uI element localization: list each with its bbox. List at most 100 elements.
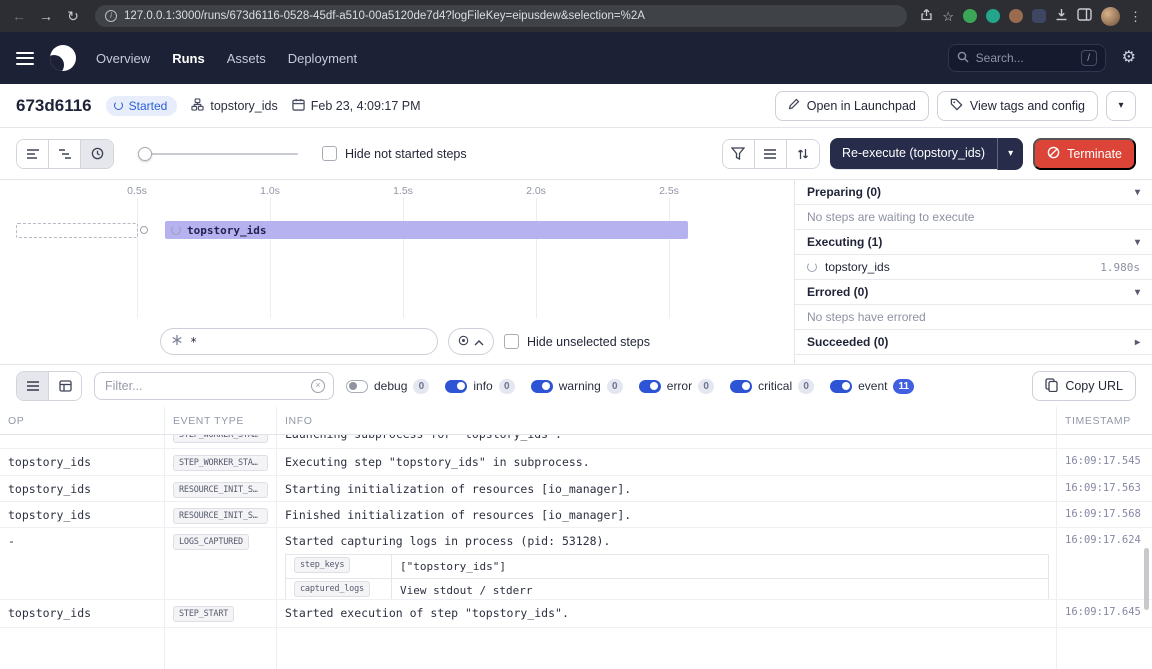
log-table-filler xyxy=(0,628,1152,669)
log-row[interactable]: STEP_WORKER_STARTI... Launching subproce… xyxy=(0,435,1152,449)
global-search[interactable]: Search... / xyxy=(948,44,1106,72)
count-badge: 11 xyxy=(893,379,914,394)
log-toolbar: × debug 0 info 0 warning 0 xyxy=(0,365,1152,407)
toggle-switch[interactable] xyxy=(730,380,752,393)
browser-menu-icon[interactable]: ⋮ xyxy=(1129,10,1142,23)
side-panel-icon[interactable] xyxy=(1077,8,1092,24)
time-tick: 0.5s xyxy=(127,185,147,197)
section-executing[interactable]: Executing (1) ▾ xyxy=(795,230,1152,255)
log-filter-input[interactable] xyxy=(105,379,305,393)
downloads-icon[interactable] xyxy=(1055,8,1068,24)
gridline xyxy=(270,198,271,318)
log-row[interactable]: topstory_ids STEP_START Started executio… xyxy=(0,600,1152,628)
profile-avatar[interactable] xyxy=(1101,7,1120,26)
gantt-controls: * Hide unselected steps xyxy=(160,328,650,355)
extension-icon-3[interactable] xyxy=(1009,9,1023,23)
section-succeeded[interactable]: Succeeded (0) ▸ xyxy=(795,330,1152,355)
forward-button[interactable]: → xyxy=(37,9,55,23)
time-tick: 1.5s xyxy=(393,185,413,197)
log-row[interactable]: topstory_ids STEP_WORKER_STARTED Executi… xyxy=(0,449,1152,476)
log-scrollbar[interactable] xyxy=(1144,548,1149,610)
count-badge: 0 xyxy=(698,379,714,394)
event-type-tag: STEP_START xyxy=(173,606,234,622)
log-level-info[interactable]: info 0 xyxy=(445,379,514,394)
hide-not-started-checkbox[interactable]: Hide not started steps xyxy=(322,146,467,161)
extension-icon-1[interactable] xyxy=(963,9,977,23)
run-header: 673d6116 Started topstory_ids Feb 23, 4:… xyxy=(0,84,1152,128)
dagster-logo[interactable] xyxy=(50,45,76,71)
col-op: OP xyxy=(0,407,165,434)
gantt-step-bar[interactable]: topstory_ids xyxy=(165,221,688,239)
hamburger-menu-icon[interactable] xyxy=(16,52,34,65)
log-row[interactable]: topstory_ids RESOURCE_INIT_SUCC... Finis… xyxy=(0,502,1152,528)
site-info-icon[interactable]: i xyxy=(105,10,117,22)
zoom-slider[interactable] xyxy=(138,147,298,161)
chevron-down-icon: ▾ xyxy=(1135,237,1140,248)
log-level-error[interactable]: error 0 xyxy=(639,379,714,394)
terminate-button[interactable]: Terminate xyxy=(1033,138,1136,170)
reexecute-dropdown-caret[interactable]: ▾ xyxy=(997,138,1023,170)
log-filter-icons-group xyxy=(722,139,820,169)
gridline xyxy=(137,198,138,318)
copy-url-button[interactable]: Copy URL xyxy=(1032,371,1136,401)
checkbox-box[interactable] xyxy=(322,146,337,161)
toggle-switch[interactable] xyxy=(639,380,661,393)
log-level-event[interactable]: event 11 xyxy=(830,379,914,394)
waterfall-view-button[interactable] xyxy=(49,140,81,168)
reexecute-button[interactable]: Re-execute (topstory_ids) xyxy=(830,138,997,170)
section-preparing[interactable]: Preparing (0) ▾ xyxy=(795,180,1152,205)
reload-button[interactable]: ↻ xyxy=(64,9,82,23)
toggle-switch[interactable] xyxy=(445,380,467,393)
nav-runs[interactable]: Runs xyxy=(172,51,205,66)
main-split: 0.5s 1.0s 1.5s 2.0s 2.5s topstory_ids * xyxy=(0,180,1152,365)
toggle-switch[interactable] xyxy=(830,380,852,393)
timed-view-button[interactable] xyxy=(81,140,113,168)
hide-unselected-checkbox[interactable]: Hide unselected steps xyxy=(504,334,650,349)
filter-funnel-button[interactable] xyxy=(723,140,755,168)
log-level-debug[interactable]: debug 0 xyxy=(346,379,429,394)
address-bar[interactable]: i 127.0.0.1:3000/runs/673d6116-0528-45df… xyxy=(95,5,907,27)
bookmark-star-icon[interactable]: ☆ xyxy=(942,10,954,23)
log-row[interactable]: - LOGS_CAPTURED Started capturing logs i… xyxy=(0,528,1152,600)
toggle-switch[interactable] xyxy=(346,380,368,393)
clear-filter-icon[interactable]: × xyxy=(311,379,325,393)
log-level-critical[interactable]: critical 0 xyxy=(730,379,814,394)
section-errored[interactable]: Errored (0) ▾ xyxy=(795,280,1152,305)
checkbox-box[interactable] xyxy=(504,334,519,349)
main-nav: Overview Runs Assets Deployment xyxy=(96,51,357,66)
open-launchpad-button[interactable]: Open in Launchpad xyxy=(775,91,929,121)
back-button[interactable]: ← xyxy=(10,9,28,23)
nav-deployment[interactable]: Deployment xyxy=(288,51,357,66)
terminate-icon xyxy=(1047,146,1060,162)
run-job[interactable]: topstory_ids xyxy=(191,98,277,114)
log-table-view-button[interactable] xyxy=(49,372,81,400)
share-icon[interactable] xyxy=(920,8,933,24)
log-row[interactable]: topstory_ids RESOURCE_INIT_STAR... Start… xyxy=(0,476,1152,502)
step-selection-input[interactable]: * xyxy=(160,328,438,355)
slider-track xyxy=(138,153,298,155)
extension-icon-2[interactable] xyxy=(986,9,1000,23)
view-stdout-stderr-link[interactable]: View stdout / stderr xyxy=(392,579,1049,600)
search-placeholder: Search... xyxy=(976,51,1074,65)
flat-view-button[interactable] xyxy=(17,140,49,168)
slider-handle[interactable] xyxy=(138,147,152,161)
view-tags-config-button[interactable]: View tags and config xyxy=(937,91,1098,121)
nav-overview[interactable]: Overview xyxy=(96,51,150,66)
col-info: INFO xyxy=(277,407,1057,434)
executing-step-row[interactable]: topstory_ids 1.980s xyxy=(795,255,1152,280)
zoom-fit-button[interactable] xyxy=(448,328,494,355)
nav-assets[interactable]: Assets xyxy=(227,51,266,66)
log-level-warning[interactable]: warning 0 xyxy=(531,379,623,394)
copy-icon xyxy=(1045,378,1058,395)
extension-icon-4[interactable] xyxy=(1032,9,1046,23)
run-id: 673d6116 xyxy=(16,96,92,116)
sort-arrows-button[interactable] xyxy=(787,140,819,168)
run-actions-chevron-button[interactable]: ▾ xyxy=(1106,91,1136,121)
step-name[interactable]: topstory_ids xyxy=(825,260,890,274)
logs-section: × debug 0 info 0 warning 0 xyxy=(0,365,1152,669)
row-lines-button[interactable] xyxy=(755,140,787,168)
step-spinner-icon xyxy=(171,225,181,235)
toggle-switch[interactable] xyxy=(531,380,553,393)
settings-gear-icon[interactable]: ⚙ xyxy=(1122,50,1136,66)
log-list-view-button[interactable] xyxy=(17,372,49,400)
